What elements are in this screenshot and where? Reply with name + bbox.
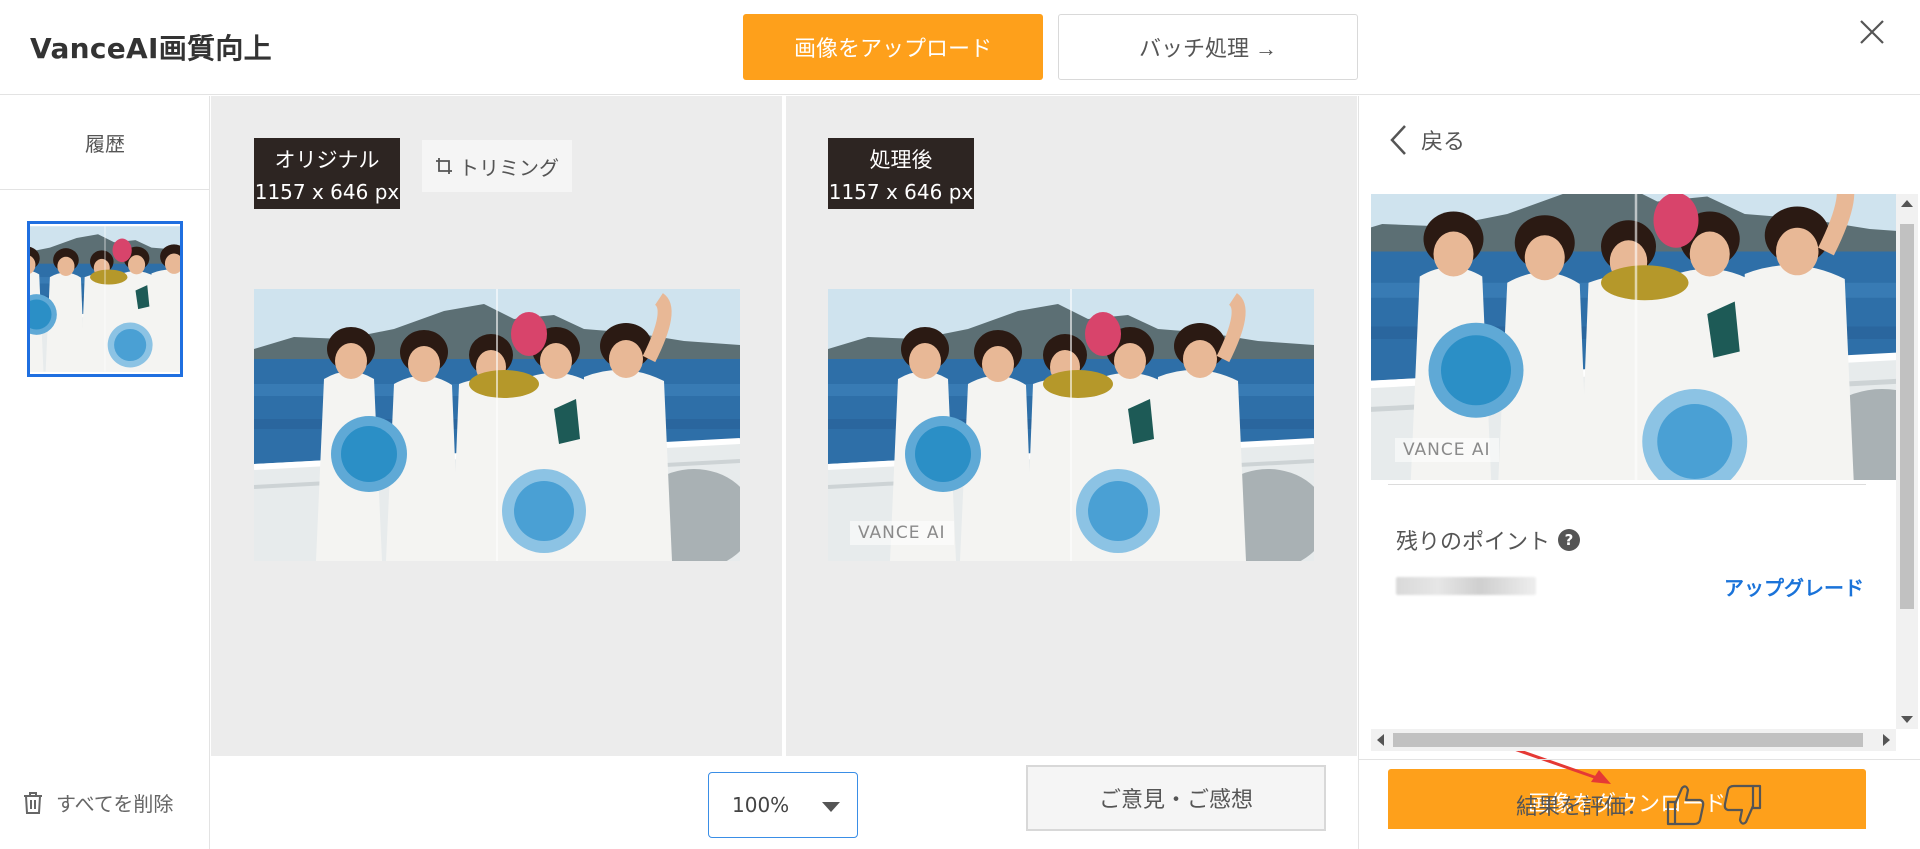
upload-image-button[interactable]: 画像をアップロード	[743, 14, 1043, 80]
scrollbar-thumb[interactable]	[1900, 224, 1914, 609]
points-label-text: 残りのポイント	[1396, 530, 1551, 555]
result-panel: 戻る VANCE AI 残りのポイント ? アップグレード 画像をダウンロード …	[1358, 96, 1920, 849]
history-sidebar: 履歴 すべてを削除	[0, 96, 210, 849]
back-button[interactable]: 戻る	[1389, 124, 1465, 156]
chevron-down-icon	[822, 802, 840, 812]
feedback-button[interactable]: ご意見・ご感想	[1026, 765, 1326, 831]
zoom-select[interactable]: 100%	[708, 772, 858, 838]
separator	[1388, 484, 1866, 485]
crop-icon	[436, 158, 452, 174]
scroll-right-icon[interactable]	[1883, 734, 1890, 746]
original-info-badge: オリジナル 1157 x 646 px	[254, 138, 400, 209]
close-icon[interactable]	[1857, 17, 1887, 47]
app-title: VanceAI画質向上	[30, 32, 272, 65]
points-value-redacted	[1396, 577, 1536, 595]
processed-size: 1157 x 646 px	[828, 179, 974, 204]
processed-title: 処理後	[869, 147, 933, 172]
bottom-toolbar: 100% ご意見・ご感想	[211, 756, 1357, 849]
processed-info-badge: 処理後 1157 x 646 px	[828, 138, 974, 209]
original-image	[254, 289, 740, 561]
delete-all-label: すべてを削除	[56, 792, 174, 816]
watermark-label: VANCE AI	[850, 521, 954, 545]
scroll-down-icon[interactable]	[1901, 716, 1913, 723]
trash-icon	[24, 791, 42, 814]
processed-image: VANCE AI	[828, 289, 1314, 561]
trim-label: トリミング	[459, 157, 559, 180]
comparison-area: オリジナル 1157 x 646 px トリミング 処理後 1157 x 646…	[211, 96, 1357, 756]
trim-button[interactable]: トリミング	[422, 140, 572, 192]
thumbs-up-icon[interactable]	[1664, 782, 1706, 828]
rate-label: 結果を評価：	[1515, 794, 1648, 820]
zoom-value: 100%	[732, 793, 790, 817]
processed-pane: 処理後 1157 x 646 px VANCE AI	[786, 96, 1357, 756]
rating-row: 結果を評価：	[1359, 759, 1920, 849]
vertical-scrollbar[interactable]	[1896, 194, 1918, 729]
scrollbar-thumb[interactable]	[1393, 733, 1863, 747]
scroll-up-icon[interactable]	[1901, 200, 1913, 207]
scroll-left-icon[interactable]	[1377, 734, 1384, 746]
help-icon[interactable]: ?	[1558, 529, 1581, 551]
batch-process-button[interactable]: バッチ処理 →	[1058, 14, 1358, 80]
original-pane: オリジナル 1157 x 646 px トリミング	[211, 96, 782, 756]
upgrade-link[interactable]: アップグレード	[1724, 572, 1864, 601]
back-label: 戻る	[1421, 130, 1466, 155]
original-size: 1157 x 646 px	[254, 179, 400, 204]
horizontal-scrollbar[interactable]	[1371, 729, 1896, 751]
thumbs-down-icon[interactable]	[1722, 782, 1764, 828]
result-image: VANCE AI	[1371, 194, 1896, 480]
remaining-points-label: 残りのポイント ?	[1396, 524, 1581, 556]
watermark-label: VANCE AI	[1395, 438, 1499, 462]
history-label: 履歴	[0, 96, 210, 190]
delete-all-button[interactable]: すべてを削除	[22, 788, 173, 817]
original-title: オリジナル	[274, 147, 380, 172]
chevron-left-icon	[1390, 125, 1406, 155]
history-thumbnail[interactable]	[27, 221, 183, 377]
header: VanceAI画質向上 画像をアップロード バッチ処理 →	[0, 0, 1920, 95]
